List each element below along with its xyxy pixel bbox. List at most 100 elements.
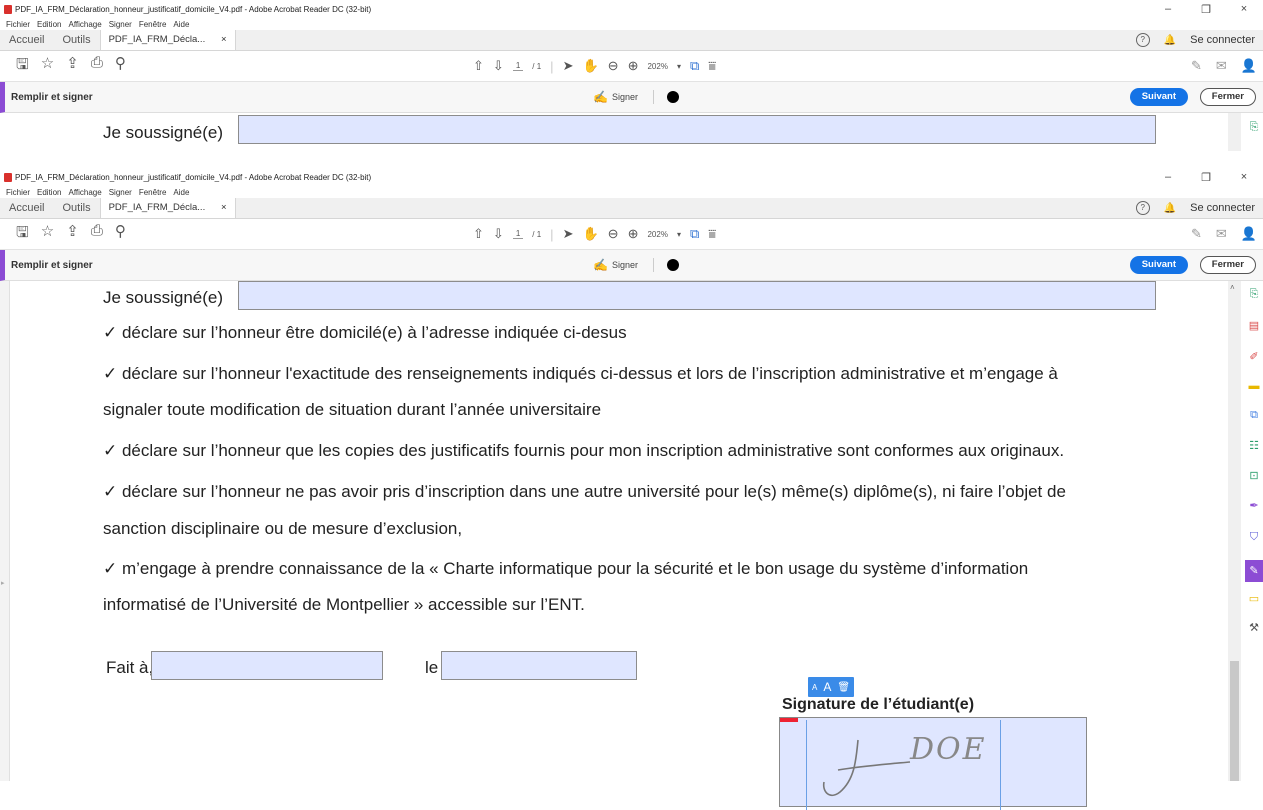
share-user-icon[interactable]: 👤 [1241,226,1257,242]
signature-field[interactable]: DOE [779,717,1087,810]
export-pdf-icon[interactable]: ⎘ [1248,121,1260,134]
maximize-button[interactable]: ❐ [1187,171,1225,184]
tab-document[interactable]: PDF_IA_FRM_Décla... × [99,198,236,218]
hand-tool-icon[interactable]: ✋ [582,58,598,74]
hand-tool-icon[interactable]: ✋ [582,226,598,242]
send-review-icon[interactable]: ▭ [1248,593,1260,606]
export-pdf-icon[interactable]: ⎘ [1248,288,1260,301]
help-icon[interactable]: ? [1135,33,1150,47]
zoom-out-icon[interactable]: ⊖ [608,58,619,74]
more-tools-icon[interactable]: ⚒ [1248,622,1260,635]
organize-pages-icon[interactable]: ☷ [1248,440,1260,453]
scroll-mode-icon[interactable]: ⩸ [708,226,716,242]
menu-fenetre[interactable]: Fenêtre [139,188,167,197]
tab-document[interactable]: PDF_IA_FRM_Décla... × [99,30,236,50]
menu-fichier[interactable]: Fichier [6,20,30,29]
upload-icon[interactable]: ⇪ [66,222,79,247]
minimize-button[interactable]: – [1149,171,1187,183]
zoom-level[interactable]: 202% [647,230,667,239]
share-user-icon[interactable]: 👤 [1241,58,1257,74]
signer-button[interactable]: ✍ Signer [593,250,638,280]
zoom-caret-icon[interactable]: ▾ [677,230,681,239]
menu-signer[interactable]: Signer [109,188,132,197]
select-cursor-icon[interactable]: ➤ [563,58,574,74]
decrease-size-button[interactable]: A [812,683,817,692]
bell-icon[interactable]: 🔔 [1164,35,1176,46]
search-icon[interactable]: ⚲ [115,54,126,79]
zoom-in-icon[interactable]: ⊕ [628,58,639,74]
zoom-level[interactable]: 202% [647,62,667,71]
menu-edition[interactable]: Edition [37,188,61,197]
mail-icon[interactable]: ✉ [1216,58,1227,74]
name-field-back[interactable] [238,115,1156,144]
upload-icon[interactable]: ⇪ [66,54,79,79]
save-icon[interactable]: 🖫 [16,54,29,79]
close-button[interactable]: × [1225,3,1263,15]
trash-icon[interactable]: 🗑 [837,682,850,693]
color-picker-dot[interactable] [667,259,679,271]
bell-icon[interactable]: 🔔 [1164,203,1176,214]
tab-close-icon[interactable]: × [221,30,227,50]
menu-edition[interactable]: Edition [37,20,61,29]
page-down-icon[interactable]: ⇩ [493,226,504,242]
print-icon[interactable]: ⎙ [91,222,103,247]
tab-tools[interactable]: Outils [53,30,99,50]
signer-button[interactable]: ✍ Signer [593,82,638,112]
close-fill-button[interactable]: Fermer [1199,88,1256,106]
back-scrollbar[interactable] [1228,113,1241,151]
doc-scrollbar[interactable]: ˄ [1228,281,1241,781]
create-pdf-icon[interactable]: ▤ [1248,320,1260,333]
next-button[interactable]: Suivant [1129,256,1188,274]
menu-fenetre[interactable]: Fenêtre [139,20,167,29]
zoom-in-icon[interactable]: ⊕ [628,226,639,242]
zoom-caret-icon[interactable]: ▾ [677,62,681,71]
minimize-button[interactable]: – [1149,3,1187,15]
search-icon[interactable]: ⚲ [115,222,126,247]
place-field[interactable] [151,651,383,680]
close-button[interactable]: × [1225,171,1263,183]
combine-files-icon[interactable]: ⧉ [1248,409,1260,422]
zoom-out-icon[interactable]: ⊖ [608,226,619,242]
page-number-input[interactable]: 1 [512,229,524,239]
mail-icon[interactable]: ✉ [1216,226,1227,242]
fill-sign-active-icon[interactable]: ✎ [1245,560,1263,582]
date-field[interactable] [441,651,637,680]
print-icon[interactable]: ⎙ [91,54,103,79]
page-up-icon[interactable]: ⇧ [473,58,484,74]
color-picker-dot[interactable] [667,91,679,103]
scroll-thumb[interactable] [1230,661,1239,781]
menu-aide[interactable]: Aide [173,20,189,29]
menu-fichier[interactable]: Fichier [6,188,30,197]
close-fill-button[interactable]: Fermer [1199,256,1256,274]
page-fit-icon[interactable]: ⧉ [690,226,699,242]
signin-link[interactable]: Se connecter [1190,202,1255,214]
edit-pdf-icon[interactable]: ✐ [1248,351,1260,364]
menu-affichage[interactable]: Affichage [68,188,101,197]
help-icon[interactable]: ? [1135,201,1150,215]
select-cursor-icon[interactable]: ➤ [563,226,574,242]
maximize-button[interactable]: ❐ [1187,3,1225,16]
comment-icon[interactable]: ▬ [1248,380,1260,393]
sign-pen-icon[interactable]: ✎ [1191,58,1202,74]
page-up-icon[interactable]: ⇧ [473,226,484,242]
page-fit-icon[interactable]: ⧉ [690,58,699,74]
sign-pen-icon[interactable]: ✎ [1191,226,1202,242]
name-field[interactable] [238,281,1156,310]
menu-affichage[interactable]: Affichage [68,20,101,29]
bookmark-star-icon[interactable]: ☆ [41,54,54,79]
compress-icon[interactable]: ⊡ [1248,470,1260,483]
save-icon[interactable]: 🖫 [16,222,29,247]
scroll-up-icon[interactable]: ˄ [1230,283,1235,292]
bookmark-star-icon[interactable]: ☆ [41,222,54,247]
menu-aide[interactable]: Aide [173,188,189,197]
signin-link[interactable]: Se connecter [1190,34,1255,46]
tab-home[interactable]: Accueil [0,198,53,218]
tab-close-icon[interactable]: × [221,198,227,218]
menu-signer[interactable]: Signer [109,20,132,29]
left-panel-strip[interactable]: ▸ [0,281,10,781]
scroll-mode-icon[interactable]: ⩸ [708,58,716,74]
signature-handle[interactable] [780,718,798,722]
increase-size-button[interactable]: A [823,680,831,694]
expand-panel-icon[interactable]: ▸ [1,579,5,587]
fill-sign-tool-icon[interactable]: ✒ [1248,500,1260,513]
